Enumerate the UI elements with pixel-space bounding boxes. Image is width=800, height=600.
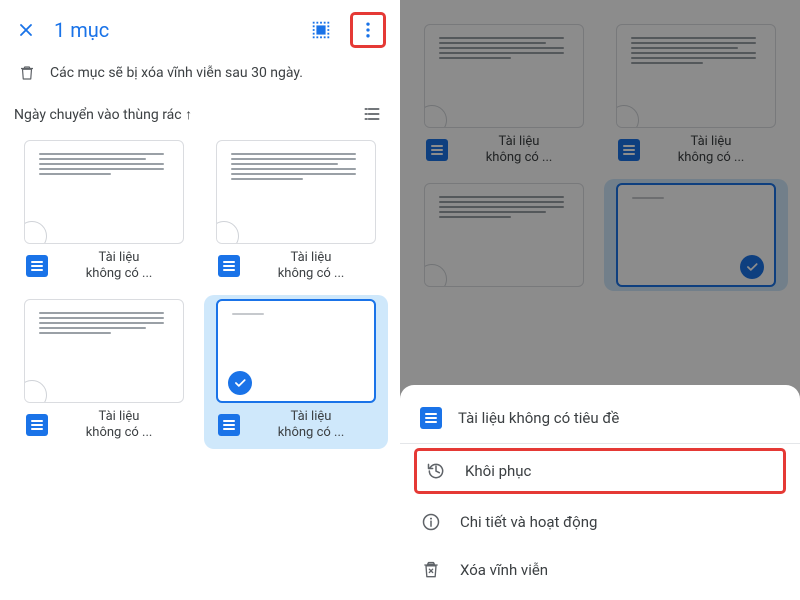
trash-icon	[18, 64, 36, 82]
delete-forever-label: Xóa vĩnh viễn	[460, 561, 548, 579]
selection-circle-icon	[24, 221, 47, 244]
file-title: Tài liệu không có ...	[248, 250, 374, 283]
sheet-file-name: Tài liệu không có tiêu đề	[458, 409, 619, 427]
docs-icon	[26, 414, 48, 436]
screen-right-actions-sheet: Tài liệu không có ... Tài liệu không có …	[400, 0, 800, 600]
selection-circle-icon	[216, 221, 239, 244]
close-selection-button[interactable]	[14, 18, 38, 42]
docs-icon	[218, 255, 240, 277]
screen-left-trash-selection: 1 mục Các mục sẽ bị xóa vĩnh viễn sau 30…	[0, 0, 400, 600]
more-options-button[interactable]	[355, 17, 381, 43]
file-thumbnail	[24, 299, 184, 403]
restore-icon	[425, 461, 447, 481]
file-title: Tài liệu không có ...	[248, 409, 374, 442]
docs-icon	[420, 407, 442, 429]
action-bottom-sheet: Tài liệu không có tiêu đề Khôi phục Chi …	[400, 385, 800, 600]
file-thumbnail	[216, 140, 376, 244]
trash-info-banner: Các mục sẽ bị xóa vĩnh viễn sau 30 ngày.	[0, 54, 400, 96]
close-icon	[16, 20, 36, 40]
details-label: Chi tiết và hoạt động	[460, 513, 597, 531]
sort-bar: Ngày chuyển vào thùng rác ↑	[0, 96, 400, 128]
trash-info-text: Các mục sẽ bị xóa vĩnh viễn sau 30 ngày.	[50, 65, 303, 81]
file-grid: Tài liệu không có ... Tài liệu không có …	[0, 128, 400, 457]
select-all-icon	[310, 19, 332, 41]
docs-icon	[218, 414, 240, 436]
file-title: Tài liệu không có ...	[56, 250, 182, 283]
file-tile[interactable]: Tài liệu không có ...	[12, 136, 196, 291]
select-all-button[interactable]	[308, 17, 334, 43]
delete-forever-action[interactable]: Xóa vĩnh viễn	[400, 546, 800, 594]
more-vert-icon	[358, 20, 378, 40]
sort-label[interactable]: Ngày chuyển vào thùng rác ↑	[14, 106, 192, 123]
sheet-file-header: Tài liệu không có tiêu đề	[400, 395, 800, 444]
view-toggle-button[interactable]	[362, 104, 382, 124]
selection-header: 1 mục	[0, 0, 400, 54]
highlight-more-button	[350, 12, 386, 48]
restore-action[interactable]: Khôi phục	[414, 448, 786, 494]
checkmark-icon	[228, 371, 252, 395]
delete-forever-icon	[420, 560, 442, 580]
list-view-icon	[362, 104, 382, 124]
file-title: Tài liệu không có ...	[56, 409, 182, 442]
selection-circle-icon	[24, 380, 47, 403]
file-thumbnail	[216, 299, 376, 403]
info-icon	[420, 512, 442, 532]
file-tile-selected[interactable]: Tài liệu không có ...	[204, 295, 388, 450]
restore-label: Khôi phục	[465, 462, 531, 480]
file-tile[interactable]: Tài liệu không có ...	[12, 295, 196, 450]
selection-count: 1 mục	[54, 18, 292, 42]
file-tile[interactable]: Tài liệu không có ...	[204, 136, 388, 291]
file-thumbnail	[24, 140, 184, 244]
docs-icon	[26, 255, 48, 277]
details-action[interactable]: Chi tiết và hoạt động	[400, 498, 800, 546]
